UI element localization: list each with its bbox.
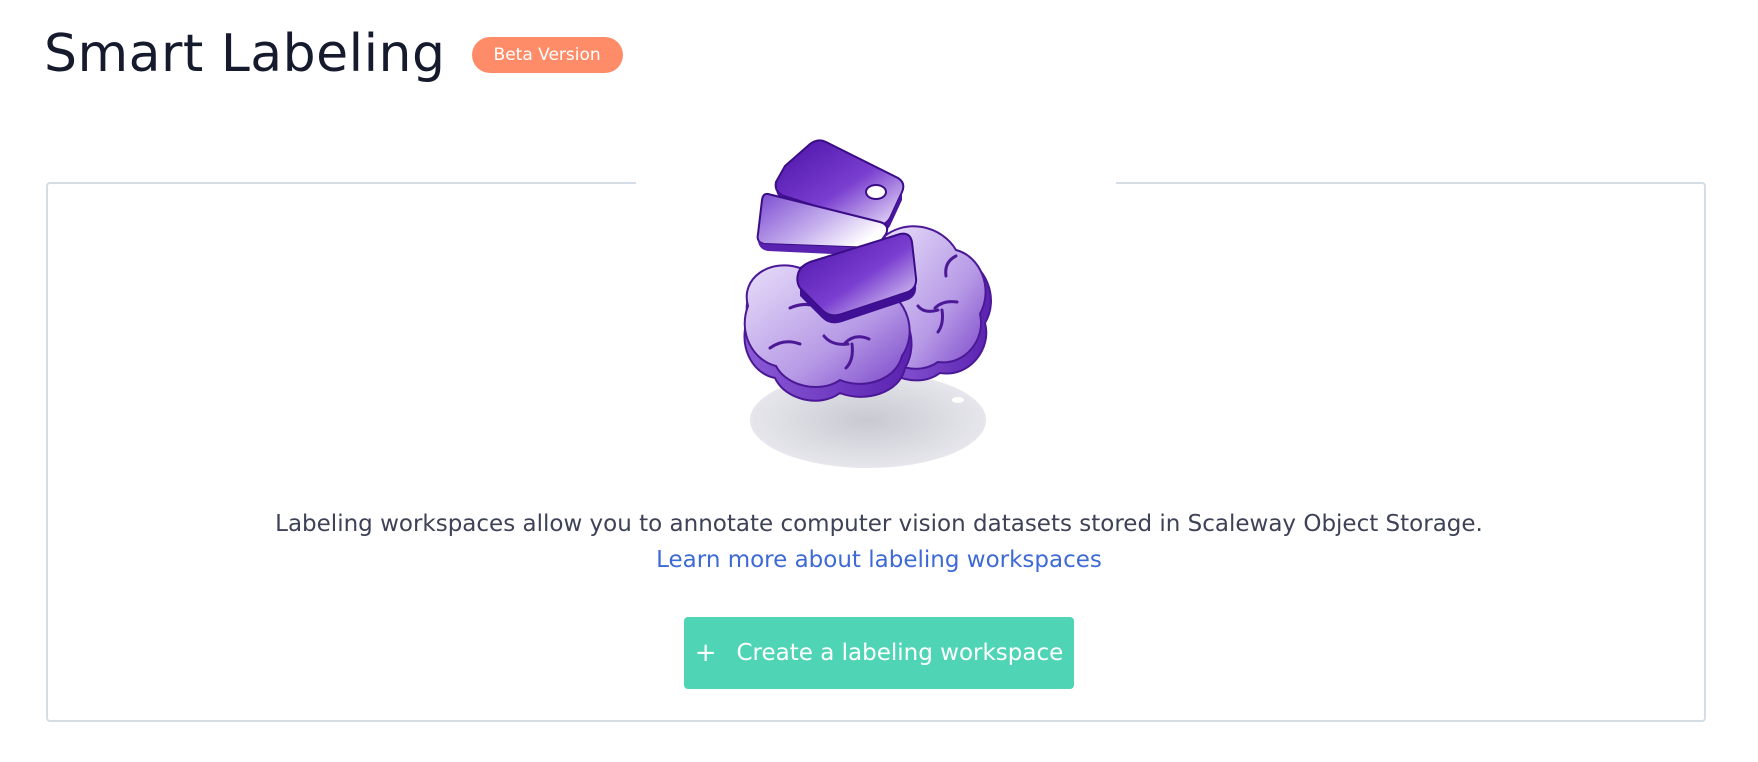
- page-header: Smart Labeling Beta Version: [44, 22, 623, 86]
- page-title: Smart Labeling: [44, 24, 446, 84]
- page: Smart Labeling Beta Version Labeling wor…: [0, 0, 1758, 762]
- plus-icon: +: [694, 638, 717, 668]
- learn-more-row: Learn more about labeling workspaces: [0, 544, 1758, 576]
- beta-badge: Beta Version: [471, 37, 623, 73]
- empty-state-description: Labeling workspaces allow you to annotat…: [275, 511, 1483, 537]
- brain-with-tags-illustration: [743, 139, 992, 468]
- create-labeling-workspace-button[interactable]: + Create a labeling workspace: [684, 617, 1074, 689]
- create-button-label: Create a labeling workspace: [736, 640, 1064, 666]
- learn-more-link[interactable]: Learn more about labeling workspaces: [656, 547, 1102, 573]
